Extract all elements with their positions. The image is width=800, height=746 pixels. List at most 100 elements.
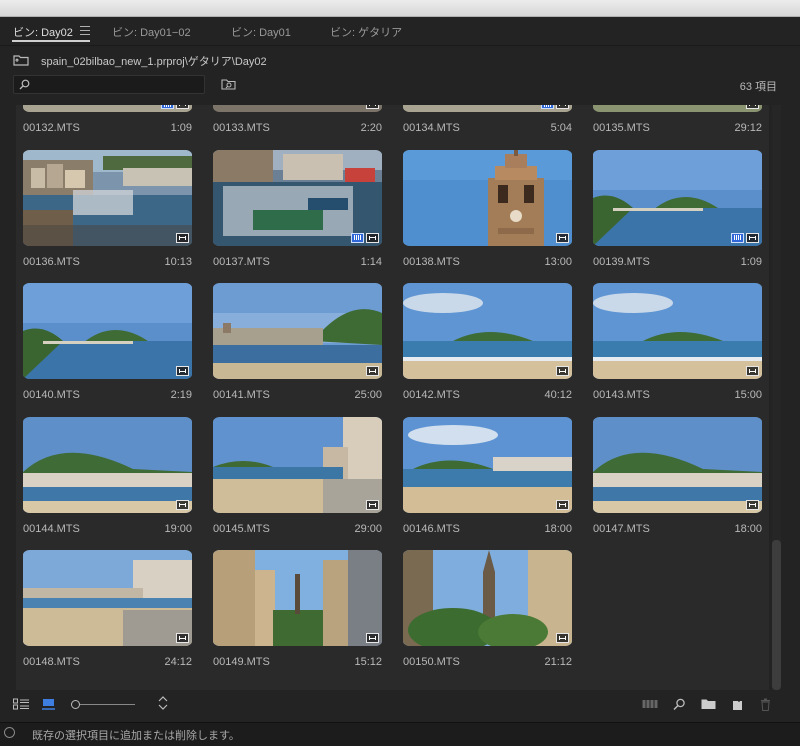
clip-badges [556, 366, 569, 376]
tab-getaria[interactable]: ビン: ゲタリア [330, 24, 402, 40]
new-item-icon[interactable] [731, 698, 744, 711]
clip-item[interactable]: 00146.MTS 18:00 [396, 416, 586, 547]
bin-path: spain_02bilbao_new_1.prproj\ゲタリア\Day02 [41, 56, 267, 68]
tab-day02[interactable]: ビン: Day02 [13, 24, 73, 40]
clip-thumbnail[interactable] [213, 416, 382, 513]
clip-duration: 40:12 [544, 389, 572, 401]
item-count: 63 項目 [739, 81, 777, 93]
clip-item[interactable]: 00132.MTS 1:09 [16, 105, 206, 146]
clip-name: 00147.MTS [593, 522, 650, 535]
clip-badges [556, 232, 569, 243]
panel-menu-icon[interactable] [80, 26, 90, 35]
scrollbar-thumb[interactable] [772, 540, 781, 690]
clip-grid: 00132.MTS 1:09 00133.MTS 2:20 00134.MTS 5:04 0… [16, 105, 769, 690]
clip-name: 00144.MTS [23, 522, 80, 535]
clip-thumbnail[interactable] [23, 283, 192, 379]
clip-thumbnail[interactable] [23, 416, 192, 513]
automate-to-sequence-icon[interactable] [642, 698, 658, 710]
tab-day01[interactable]: ビン: Day01 [231, 24, 291, 40]
video-badge-icon [746, 366, 759, 376]
clip-thumbnail[interactable] [213, 105, 382, 112]
clip-item[interactable]: 00139.MTS 1:09 [586, 149, 769, 280]
clip-duration: 18:00 [544, 522, 572, 535]
clip-item[interactable]: 00141.MTS 25:00 [206, 283, 396, 413]
clip-thumbnail[interactable] [403, 105, 572, 112]
status-indicator-icon [4, 727, 15, 738]
search-row: 63 項目 [0, 75, 800, 97]
clip-thumbnail[interactable] [403, 416, 572, 513]
clip-item[interactable]: 00140.MTS 2:19 [16, 283, 206, 413]
clip-item[interactable]: 00147.MTS 18:00 [586, 416, 769, 547]
video-badge-icon [556, 366, 569, 376]
clip-duration: 25:00 [354, 389, 382, 401]
clip-thumbnail[interactable] [403, 550, 572, 646]
clip-badges [746, 366, 759, 376]
clip-thumbnail[interactable] [23, 550, 192, 646]
folder-up-icon[interactable] [13, 54, 29, 66]
clip-thumbnail[interactable] [593, 105, 762, 112]
clip-thumbnail[interactable] [23, 149, 192, 246]
clip-item[interactable]: 00149.MTS 15:12 [206, 550, 396, 680]
clip-name: 00143.MTS [593, 389, 650, 401]
project-bin-panel: ビン: Day02 ビン: Day01−02 ビン: Day01 ビン: ゲタリ… [0, 17, 800, 722]
clip-badges [366, 633, 379, 643]
clip-thumbnail[interactable] [213, 149, 382, 246]
clip-thumbnail[interactable] [403, 283, 572, 379]
clip-thumbnail[interactable] [593, 149, 762, 246]
video-badge-icon [176, 105, 189, 109]
clip-badges [366, 366, 379, 376]
find-icon[interactable] [673, 698, 686, 711]
trash-icon[interactable] [760, 698, 771, 711]
zoom-slider-handle[interactable] [71, 700, 80, 709]
clip-thumbnail[interactable] [593, 416, 762, 513]
clip-item[interactable]: 00134.MTS 5:04 [396, 105, 586, 146]
vertical-scrollbar[interactable] [772, 105, 781, 690]
clip-item[interactable]: 00145.MTS 29:00 [206, 416, 396, 547]
clip-thumbnail[interactable] [23, 105, 192, 112]
clip-thumbnail[interactable] [213, 550, 382, 646]
clip-item[interactable]: 00148.MTS 24:12 [16, 550, 206, 680]
active-tab-underline [12, 40, 90, 42]
clip-item[interactable]: 00135.MTS 29:12 [586, 105, 769, 146]
clip-name: 00134.MTS [403, 122, 460, 134]
icon-view-icon[interactable] [42, 698, 55, 710]
clip-name: 00137.MTS [213, 255, 270, 268]
search-field[interactable] [13, 75, 205, 94]
search-input[interactable] [34, 77, 203, 94]
clip-item[interactable]: 00144.MTS 19:00 [16, 416, 206, 547]
video-badge-icon [366, 366, 379, 376]
window-title-bar [0, 0, 800, 17]
zoom-slider-track[interactable] [77, 704, 135, 705]
clip-item[interactable]: 00138.MTS 13:00 [396, 149, 586, 280]
clip-item[interactable]: 00143.MTS 15:00 [586, 283, 769, 413]
clip-thumbnail[interactable] [213, 283, 382, 379]
clip-item[interactable]: 00133.MTS 2:20 [206, 105, 396, 146]
clip-badges [556, 499, 569, 510]
clip-duration: 29:12 [734, 122, 762, 134]
clip-name: 00132.MTS [23, 122, 80, 134]
clip-name: 00140.MTS [23, 389, 80, 401]
find-in-bin-icon[interactable] [221, 78, 236, 90]
sort-icon[interactable] [158, 696, 168, 710]
clip-name: 00146.MTS [403, 522, 460, 535]
audio-badge-icon [351, 232, 364, 243]
clip-name: 00135.MTS [593, 122, 650, 134]
video-badge-icon [746, 232, 759, 243]
clip-duration: 1:14 [360, 255, 382, 268]
list-view-icon[interactable] [13, 698, 30, 710]
clip-item[interactable]: 00137.MTS 1:14 [206, 149, 396, 280]
clip-badges [366, 499, 379, 510]
clip-duration: 29:00 [354, 522, 382, 535]
clip-duration: 21:12 [544, 656, 572, 668]
clip-badges [541, 105, 569, 109]
clip-duration: 10:13 [164, 255, 192, 268]
new-bin-icon[interactable] [701, 698, 716, 710]
tab-day01-02[interactable]: ビン: Day01−02 [112, 24, 191, 40]
clip-item[interactable]: 00136.MTS 10:13 [16, 149, 206, 280]
clip-item[interactable]: 00142.MTS 40:12 [396, 283, 586, 413]
clip-thumbnail[interactable] [593, 283, 762, 379]
clip-item[interactable]: 00150.MTS 21:12 [396, 550, 586, 680]
clip-thumbnail[interactable] [403, 149, 572, 246]
clip-name: 00149.MTS [213, 656, 270, 668]
video-badge-icon [366, 232, 379, 243]
